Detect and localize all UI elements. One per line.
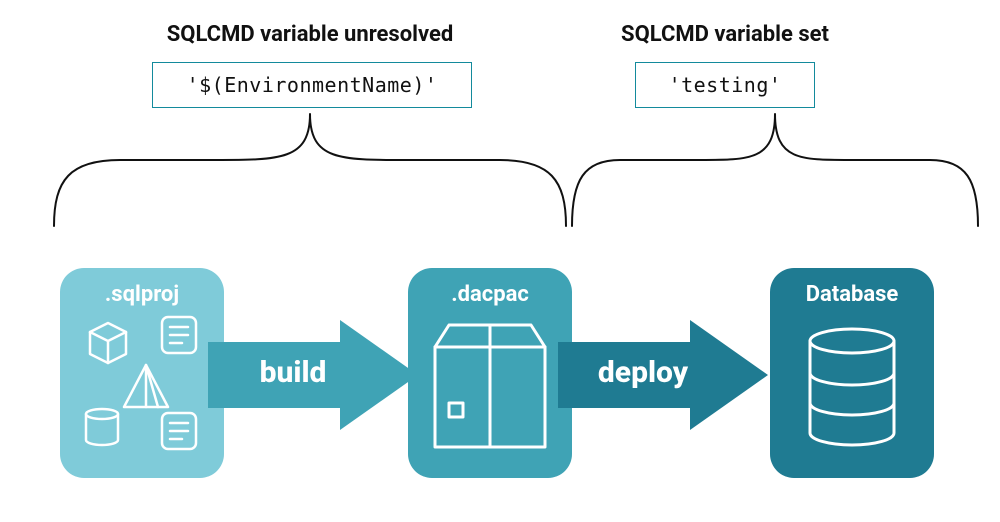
section-title-set: SQLCMD variable set [560, 22, 890, 47]
edge-build: build [208, 320, 418, 430]
node-sqlproj-label: .sqlproj [60, 282, 224, 307]
edge-build-label: build [208, 355, 378, 390]
node-sqlproj: .sqlproj [60, 268, 224, 478]
node-dacpac: .dacpac [408, 268, 572, 478]
brace-right-icon [560, 100, 990, 240]
sqlproj-shapes-icon [72, 313, 212, 463]
database-icon [792, 313, 912, 463]
node-database: Database [770, 268, 934, 478]
node-database-label: Database [770, 282, 934, 307]
section-title-unresolved: SQLCMD variable unresolved [110, 22, 510, 47]
edge-deploy-label: deploy [558, 355, 728, 390]
brace-left-icon [40, 100, 580, 240]
node-dacpac-label: .dacpac [408, 282, 572, 307]
package-box-icon [425, 313, 555, 463]
edge-deploy: deploy [558, 320, 768, 430]
